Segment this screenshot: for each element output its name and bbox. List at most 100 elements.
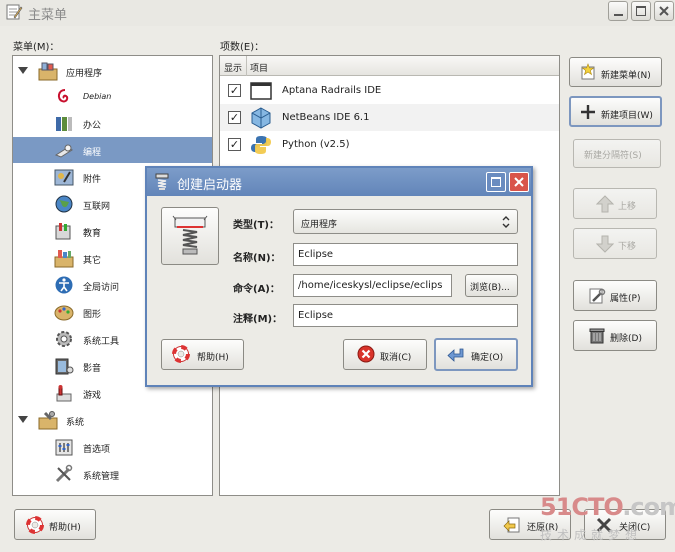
- list-item[interactable]: ✓ NetBeans IDE 6.1: [220, 104, 559, 131]
- dialog-help-button[interactable]: 帮助(H): [161, 339, 244, 370]
- tree-item-label: 办公: [83, 121, 102, 131]
- system-tools-icon: [56, 331, 72, 347]
- revert-icon: [503, 517, 520, 533]
- multimedia-icon: [55, 358, 74, 375]
- arrow-up-icon: [596, 195, 614, 213]
- type-select[interactable]: 应用程序: [293, 209, 518, 234]
- help-button[interactable]: 帮助(H): [14, 509, 96, 540]
- list-item-label: NetBeans IDE 6.1: [282, 112, 370, 123]
- new-menu-button[interactable]: 新建菜单(N): [569, 57, 662, 87]
- launcher-spring-icon: [155, 173, 169, 190]
- new-item-button[interactable]: 新建项目(W): [569, 96, 662, 127]
- system-folder-icon: [38, 411, 58, 430]
- internet-globe-icon: [55, 195, 73, 213]
- graphics-icon: [54, 305, 74, 321]
- type-label: 类型(T)：: [233, 220, 279, 231]
- tree-item-label: 游戏: [83, 391, 102, 401]
- list-item-label: Aptana Radrails IDE: [282, 85, 382, 96]
- launcher-icon-button[interactable]: [161, 207, 219, 265]
- tree-item-label: 系统管理: [83, 472, 120, 482]
- menu-section-label: 菜单(M)：: [13, 42, 60, 53]
- move-up-button[interactable]: 上移: [573, 188, 657, 219]
- move-down-button[interactable]: 下移: [573, 228, 657, 259]
- tree-item-label: 其它: [83, 256, 102, 266]
- tree-item-label: 影音: [83, 364, 102, 374]
- comment-label: 注释(M)：: [233, 314, 283, 325]
- list-header: 显示 项目: [220, 56, 559, 76]
- name-field[interactable]: Eclipse: [293, 243, 518, 266]
- minimize-icon: [614, 14, 623, 16]
- tree-item-system[interactable]: 系统: [13, 407, 212, 433]
- lifebuoy-icon: [172, 345, 190, 363]
- show-checkbox[interactable]: ✓: [228, 111, 241, 124]
- command-label: 命令(A)：: [233, 284, 280, 295]
- dialog-close-button[interactable]: [509, 172, 529, 192]
- dialog-help-label: 帮助(H): [197, 353, 229, 363]
- name-label: 名称(N)：: [233, 253, 281, 264]
- preferences-icon: [55, 439, 73, 456]
- column-header-show[interactable]: 显示: [224, 61, 242, 74]
- tree-item-applications[interactable]: 应用程序: [13, 58, 212, 84]
- tree-item-label: 教育: [83, 229, 102, 239]
- dialog-titlebar: 创建启动器: [147, 168, 531, 196]
- watermark-tagline: 技术成就梦想: [540, 528, 643, 542]
- browse-label: 浏览(B)...: [470, 283, 510, 293]
- aptana-icon: [250, 82, 272, 100]
- cancel-icon: [357, 345, 375, 363]
- new-separator-label: 新建分隔符(S): [584, 151, 642, 161]
- tree-item-debian[interactable]: Debian: [13, 84, 212, 110]
- applications-folder-icon: [38, 62, 58, 81]
- dialog-ok-button[interactable]: 确定(O): [434, 338, 518, 371]
- tree-item-administration[interactable]: 系统管理: [13, 461, 212, 487]
- dialog-cancel-label: 取消(C): [380, 353, 412, 363]
- close-icon: [659, 6, 669, 16]
- tree-item-label: 全局访问: [83, 283, 120, 293]
- delete-label: 删除(D): [610, 334, 642, 344]
- updown-chevron-icon: [502, 216, 510, 228]
- games-icon: [56, 385, 72, 402]
- tree-item-label: 系统工具: [83, 337, 120, 347]
- new-star-icon: [581, 63, 595, 80]
- items-section-label: 项数(E)：: [220, 42, 265, 53]
- maximize-icon: [491, 177, 501, 187]
- minimize-button[interactable]: [608, 1, 628, 21]
- close-window-button[interactable]: [654, 1, 674, 21]
- other-icon: [54, 250, 74, 268]
- tree-item-programming[interactable]: 编程: [13, 137, 212, 163]
- tree-item-label: Debian: [83, 92, 112, 101]
- show-checkbox[interactable]: ✓: [228, 84, 241, 97]
- delete-button[interactable]: 删除(D): [573, 320, 657, 351]
- window-title: 主菜单: [28, 8, 68, 23]
- column-header-item[interactable]: 项目: [250, 61, 268, 74]
- arrow-down-icon: [596, 235, 614, 253]
- lifebuoy-icon: [26, 516, 44, 534]
- tree-item-label: 编程: [83, 148, 102, 158]
- office-icon: [56, 117, 72, 131]
- dialog-title: 创建启动器: [177, 178, 243, 193]
- tree-item-label: 首选项: [83, 445, 111, 455]
- tree-item-label: 应用程序: [66, 69, 103, 79]
- type-select-value: 应用程序: [301, 220, 338, 230]
- list-item[interactable]: ✓ Aptana Radrails IDE: [220, 77, 559, 104]
- dialog-cancel-button[interactable]: 取消(C): [343, 339, 427, 370]
- new-separator-button[interactable]: 新建分隔符(S): [573, 139, 661, 168]
- programming-icon: [54, 144, 74, 158]
- python-icon: [251, 136, 271, 154]
- properties-button[interactable]: 属性(P): [573, 280, 657, 311]
- administration-icon: [55, 464, 73, 483]
- command-field[interactable]: /home/iceskysl/eclipse/eclips: [293, 274, 452, 297]
- dialog-maximize-button[interactable]: [486, 172, 506, 192]
- help-label: 帮助(H): [49, 523, 81, 533]
- new-item-label: 新建项目(W): [601, 111, 653, 121]
- maximize-button[interactable]: [631, 1, 651, 21]
- show-checkbox[interactable]: ✓: [228, 138, 241, 151]
- list-item-label: Python (v2.5): [282, 139, 350, 150]
- browse-button[interactable]: 浏览(B)...: [465, 274, 518, 297]
- tree-item-preferences[interactable]: 首选项: [13, 434, 212, 460]
- list-item[interactable]: ✓ Python (v2.5): [220, 131, 559, 158]
- tree-item-label: 图形: [83, 310, 102, 320]
- enter-arrow-icon: [447, 348, 464, 362]
- tree-item-office[interactable]: 办公: [13, 110, 212, 136]
- comment-field[interactable]: Eclipse: [293, 304, 518, 327]
- watermark-logo: 51CTO.com: [540, 493, 675, 521]
